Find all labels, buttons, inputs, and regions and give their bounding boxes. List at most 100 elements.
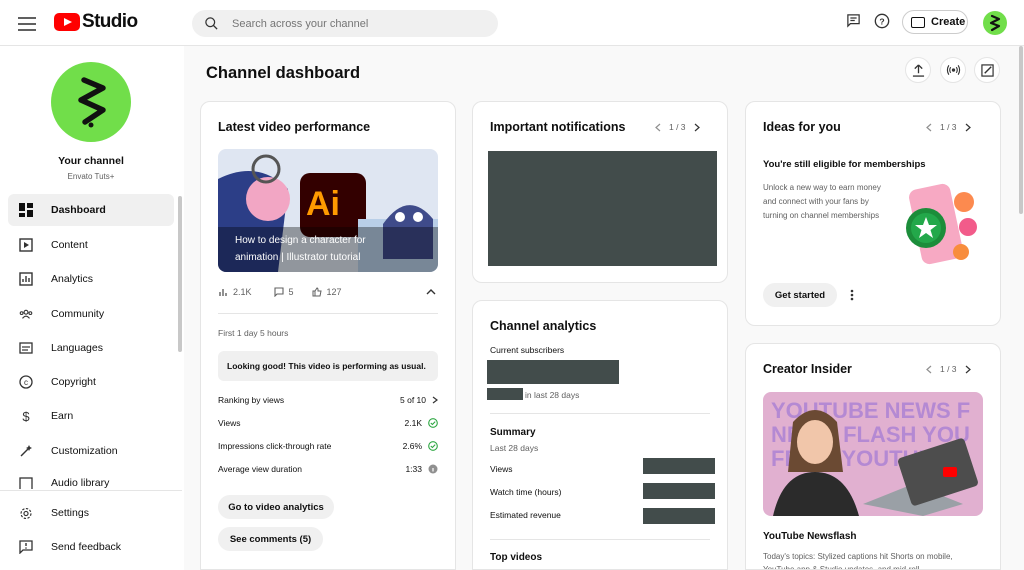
sidebar-item-copyright[interactable]: c Copyright (8, 366, 174, 398)
go-live-button[interactable] (940, 57, 966, 83)
metric-value: 1:33 (405, 464, 422, 474)
top-videos-title: Top videos (490, 552, 543, 563)
creator-insider-thumbnail[interactable]: YOUTUBE NEWS F NEWS FLASH YOU FROM YOUTU… (763, 392, 983, 516)
sidebar-item-content[interactable]: Content (8, 229, 174, 261)
sidebar-item-analytics[interactable]: Analytics (8, 263, 174, 295)
sidebar-item-earn[interactable]: $ Earn (8, 400, 174, 432)
sidebar-item-languages[interactable]: Languages (8, 332, 174, 364)
sidebar-item-label: Dashboard (51, 204, 106, 216)
memberships-illustration (906, 183, 977, 265)
studio-logo[interactable]: Studio (54, 11, 138, 33)
get-started-button[interactable]: Get started (763, 283, 837, 307)
latest-video-card: Latest video performance Ai How to desig… (200, 101, 456, 570)
menu-icon[interactable] (18, 13, 36, 33)
chevron-right-icon[interactable] (694, 123, 700, 132)
pager-text: 1 / 3 (940, 364, 957, 374)
search-input[interactable] (232, 10, 482, 37)
video-title[interactable]: YouTube Newsflash (763, 531, 857, 542)
card-title: Channel analytics (490, 319, 597, 333)
summary-label-revenue: Estimated revenue (490, 510, 561, 520)
see-comments-button[interactable]: See comments (5) (218, 527, 323, 551)
sidebar-item-label: Languages (51, 342, 103, 354)
message-icon[interactable] (846, 13, 861, 28)
chevron-right-icon[interactable] (965, 365, 971, 374)
video-stats: 2.1K 5 127 (218, 287, 342, 297)
notifications-pager: 1 / 3 (655, 122, 700, 132)
metric-label: Impressions click-through rate (218, 441, 332, 451)
feedback-label: Send feedback (51, 541, 122, 553)
chevron-left-icon[interactable] (926, 123, 932, 132)
sidebar-item-label: Customization (51, 445, 118, 457)
create-button[interactable]: Create (902, 10, 968, 34)
gear-icon (19, 506, 33, 520)
edit-icon (980, 63, 994, 77)
content-icon (19, 238, 33, 252)
sidebar-item-label: Content (51, 239, 88, 251)
ideas-pager: 1 / 3 (926, 122, 971, 132)
search-icon (205, 17, 218, 30)
video-thumbnail[interactable]: Ai How to design a character for animati… (218, 149, 438, 272)
earn-icon: $ (22, 408, 30, 424)
youtube-logo-icon (54, 13, 80, 31)
redacted-watch-time (643, 483, 715, 499)
go-to-video-analytics-button[interactable]: Go to video analytics (218, 495, 334, 519)
card-title: Latest video performance (218, 120, 371, 134)
video-title-line2: animation | Illustrator tutorial (235, 252, 361, 263)
video-title-line1: How to design a character for (235, 235, 366, 246)
sidebar-divider (0, 490, 182, 491)
more-options-icon[interactable] (850, 289, 854, 301)
sidebar-item-label: Copyright (51, 376, 96, 388)
summary-label-views: Views (490, 464, 513, 474)
chevron-left-icon[interactable] (655, 123, 661, 132)
create-video-icon (911, 16, 925, 28)
feedback-icon (19, 540, 33, 554)
subscribers-label: Current subscribers (490, 345, 565, 355)
sidebar: Your channel Envato Tuts+ Dashboard Cont… (0, 46, 184, 570)
collapse-chevron-icon[interactable] (426, 288, 436, 296)
sidebar-item-audio-library[interactable]: Audio library (8, 469, 174, 489)
create-post-button[interactable] (974, 57, 1000, 83)
sidebar-item-dashboard[interactable]: Dashboard (8, 194, 174, 226)
views-count: 2.1K (233, 287, 252, 297)
metric-label: Ranking by views (218, 395, 285, 405)
account-avatar[interactable] (983, 11, 1007, 35)
redacted-subscribers (487, 360, 619, 384)
community-icon (19, 307, 33, 321)
video-age: First 1 day 5 hours (218, 328, 289, 338)
sidebar-item-label: Earn (51, 410, 74, 422)
help-icon[interactable]: ? (874, 13, 890, 29)
sidebar-item-label: Audio library (51, 477, 110, 489)
sidebar-scrollbar[interactable] (178, 196, 182, 352)
divider (218, 313, 438, 314)
upload-button[interactable] (905, 57, 931, 83)
chevron-left-icon[interactable] (926, 365, 932, 374)
chevron-right-icon[interactable] (965, 123, 971, 132)
dashboard-icon (19, 203, 33, 217)
sidebar-item-community[interactable]: Community (8, 298, 174, 330)
chevron-right-icon (432, 396, 438, 404)
creator-insider-pager: 1 / 3 (926, 364, 971, 374)
sidebar-item-customization[interactable]: Customization (8, 435, 174, 467)
audio-library-icon (19, 477, 33, 489)
metric-row-ranking[interactable]: Ranking by views 5 of 10 (218, 395, 438, 405)
settings-label: Settings (51, 507, 89, 519)
info-circle-icon (428, 464, 438, 474)
thumbnail-ai-text: Ai (306, 185, 340, 223)
comments-count: 5 (288, 287, 294, 297)
sidebar-item-feedback[interactable]: Send feedback (8, 531, 174, 563)
search-bar[interactable] (192, 10, 498, 37)
page-scrollbar[interactable] (1019, 46, 1023, 214)
pager-text: 1 / 3 (940, 122, 957, 132)
summary-period: Last 28 days (490, 443, 539, 453)
subscribers-period: in last 28 days (525, 390, 580, 400)
svg-text:c: c (24, 378, 28, 387)
customization-icon (19, 444, 33, 458)
redacted-notification (488, 151, 717, 266)
redacted-change (487, 388, 523, 400)
likes-count: 127 (326, 287, 342, 297)
channel-avatar[interactable] (51, 62, 131, 142)
channel-name: Envato Tuts+ (67, 172, 115, 181)
summary-title: Summary (490, 427, 536, 438)
sidebar-item-settings[interactable]: Settings (8, 497, 174, 529)
analytics-icon (19, 272, 33, 286)
